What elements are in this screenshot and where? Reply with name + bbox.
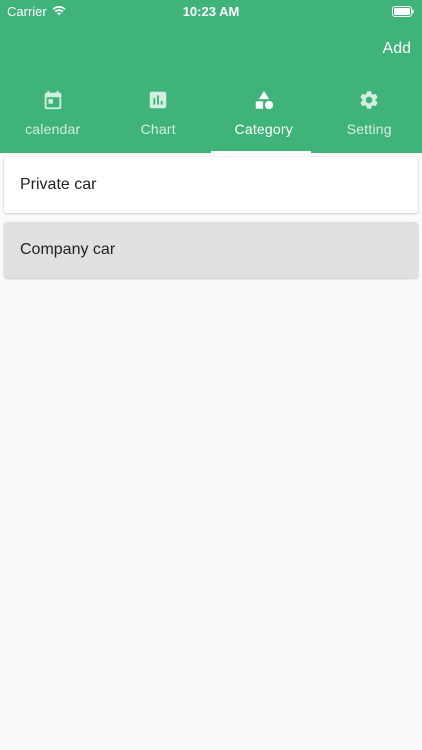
gear-icon	[358, 89, 380, 111]
category-item-company-car[interactable]: Company car	[4, 222, 418, 278]
tab-setting-label: Setting	[346, 121, 392, 137]
battery-icon	[392, 5, 414, 17]
status-bar: Carrier 10:23 AM	[0, 0, 422, 22]
category-item-private-car[interactable]: Private car	[4, 157, 418, 213]
active-tab-indicator	[211, 151, 311, 153]
category-list: Private car Company car	[4, 157, 418, 287]
status-time: 10:23 AM	[182, 4, 240, 19]
tab-bar: calendar Chart Category Setting	[0, 85, 422, 153]
calendar-icon	[42, 89, 64, 111]
category-item-label: Company car	[20, 241, 116, 258]
add-button[interactable]: Add	[383, 40, 411, 58]
tab-calendar-label: calendar	[25, 121, 81, 137]
tab-setting[interactable]: Setting	[317, 85, 422, 153]
tab-chart-label: Chart	[140, 121, 176, 137]
category-item-label: Private car	[20, 176, 97, 193]
tab-chart[interactable]: Chart	[106, 85, 212, 153]
bar-chart-icon	[147, 89, 169, 111]
tab-category-label: Category	[234, 121, 293, 137]
tab-calendar[interactable]: calendar	[0, 85, 106, 153]
tab-category[interactable]: Category	[211, 85, 317, 153]
app-header: Carrier 10:23 AM Add calendar Chart Cate…	[0, 0, 422, 153]
shapes-icon	[253, 89, 275, 111]
